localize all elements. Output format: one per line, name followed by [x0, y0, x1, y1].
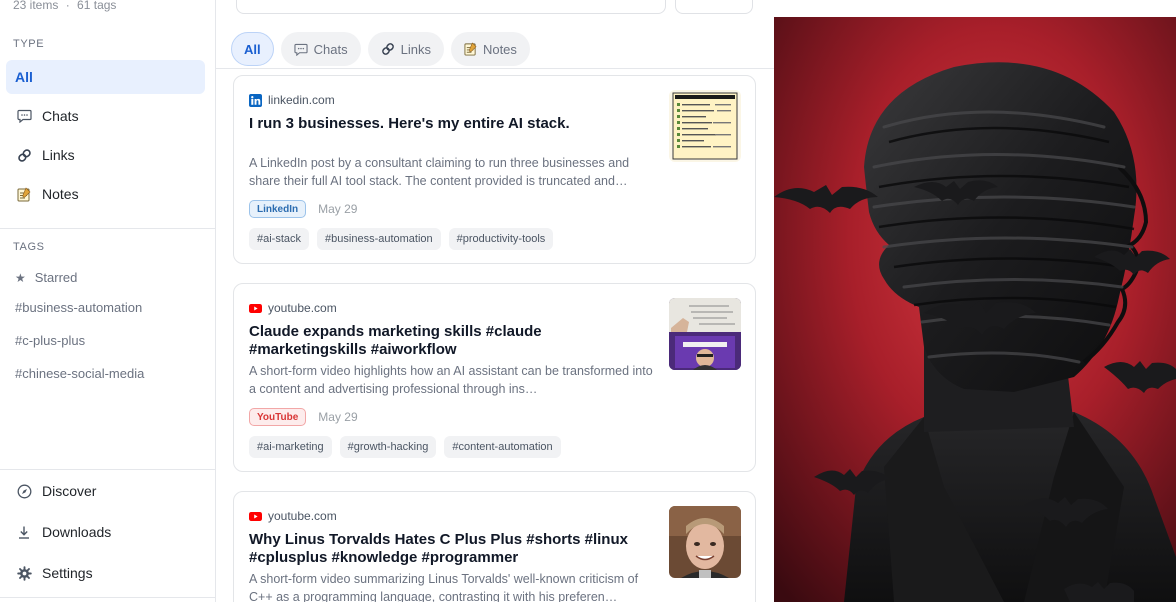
- source-badge: LinkedIn: [249, 200, 307, 218]
- card-description: A short-form video summarizing Linus Tor…: [249, 572, 639, 602]
- filter-chats[interactable]: Chats: [280, 32, 361, 66]
- youtube-icon: [249, 303, 262, 313]
- sidebar: 23 items · 61 tags TYPE All Chats Links …: [0, 0, 216, 602]
- settings-button[interactable]: Settings: [6, 556, 205, 590]
- source-badge: YouTube: [249, 408, 307, 426]
- link-icon: [16, 147, 32, 163]
- gear-icon: [16, 565, 32, 581]
- type-item-links[interactable]: Links: [6, 138, 205, 172]
- tag-chip[interactable]: #business-automation: [317, 228, 441, 250]
- type-item-label: Links: [42, 147, 75, 163]
- card-thumbnail: [669, 90, 741, 162]
- card-thumbnail: [669, 506, 741, 578]
- card-title: Why Linus Torvalds Hates C Plus Plus #sh…: [249, 531, 628, 566]
- filter-links[interactable]: Links: [367, 32, 444, 66]
- list-item[interactable]: youtube.com Why Linus Torvalds Hates C P…: [233, 491, 756, 602]
- content-list-panel: All Chats Links Notes linkedin.com I run…: [216, 0, 774, 602]
- type-heading: TYPE: [13, 38, 45, 50]
- card-title: Claude expands marketing skills #claude …: [249, 323, 542, 358]
- chat-bubble-icon: [16, 108, 32, 124]
- card-meta: LinkedIn May 29: [249, 200, 357, 218]
- linkedin-icon: [249, 93, 262, 107]
- chat-bubble-icon: [294, 43, 308, 56]
- card-title: I run 3 businesses. Here's my entire AI …: [249, 115, 570, 132]
- type-item-notes[interactable]: Notes: [6, 177, 205, 211]
- sidebar-divider: [0, 469, 215, 470]
- downloads-button[interactable]: Downloads: [6, 515, 205, 549]
- notepad-icon: [464, 42, 477, 56]
- app-window: 23 items · 61 tags TYPE All Chats Links …: [0, 0, 1176, 602]
- list-item[interactable]: linkedin.com I run 3 businesses. Here's …: [233, 75, 756, 264]
- compass-icon: [16, 483, 32, 499]
- tag-chip[interactable]: #ai-marketing: [249, 436, 332, 458]
- tag-chip[interactable]: #productivity-tools: [448, 228, 554, 250]
- download-icon: [16, 524, 32, 540]
- sidebar-divider: [0, 597, 215, 598]
- type-filter-bar: All Chats Links Notes: [231, 32, 537, 66]
- tag-business-automation[interactable]: #business-automation: [15, 300, 142, 315]
- card-tags: #ai-stack #business-automation #producti…: [249, 228, 561, 250]
- filter-all[interactable]: All: [231, 32, 274, 66]
- card-date: May 29: [318, 202, 358, 216]
- discover-button[interactable]: Discover: [6, 474, 205, 508]
- notepad-icon: [16, 186, 32, 202]
- filter-notes[interactable]: Notes: [450, 32, 530, 66]
- type-item-all[interactable]: All: [6, 60, 205, 94]
- tag-chinese-social-media[interactable]: #chinese-social-media: [15, 366, 144, 381]
- card-meta: YouTube May 29: [249, 408, 358, 426]
- search-button[interactable]: [675, 0, 753, 14]
- tags-heading: TAGS: [13, 241, 45, 253]
- tag-chip[interactable]: #ai-stack: [249, 228, 310, 250]
- type-item-label: Notes: [42, 186, 79, 202]
- card-source: youtube.com: [249, 301, 337, 315]
- preview-panel: [774, 0, 1176, 602]
- link-icon: [381, 42, 395, 56]
- star-icon: ★: [15, 270, 26, 285]
- youtube-icon: [249, 511, 262, 521]
- list-item[interactable]: youtube.com Claude expands marketing ski…: [233, 283, 756, 472]
- tag-c-plus-plus[interactable]: #c-plus-plus: [15, 333, 85, 348]
- sidebar-divider: [0, 228, 215, 229]
- items-count: 23 items: [13, 0, 59, 12]
- card-source: linkedin.com: [249, 93, 335, 107]
- type-item-label: Chats: [42, 108, 79, 124]
- preview-image: [774, 17, 1176, 602]
- type-item-chats[interactable]: Chats: [6, 99, 205, 133]
- card-thumbnail: [669, 298, 741, 370]
- tags-count: 61 tags: [77, 0, 117, 12]
- tag-chip[interactable]: #content-automation: [444, 436, 561, 458]
- type-item-label: All: [15, 69, 33, 85]
- card-description: A LinkedIn post by a consultant claiming…: [249, 156, 630, 188]
- library-stats: 23 items · 61 tags: [13, 0, 117, 12]
- search-input[interactable]: [236, 0, 666, 14]
- tag-chip[interactable]: #growth-hacking: [339, 436, 437, 458]
- card-description: A short-form video highlights how an AI …: [249, 364, 653, 396]
- filter-divider: [216, 68, 774, 69]
- card-date: May 29: [318, 410, 358, 424]
- card-source: youtube.com: [249, 509, 337, 523]
- tag-starred[interactable]: ★ Starred: [15, 270, 77, 285]
- card-tags: #ai-marketing #growth-hacking #content-a…: [249, 436, 569, 458]
